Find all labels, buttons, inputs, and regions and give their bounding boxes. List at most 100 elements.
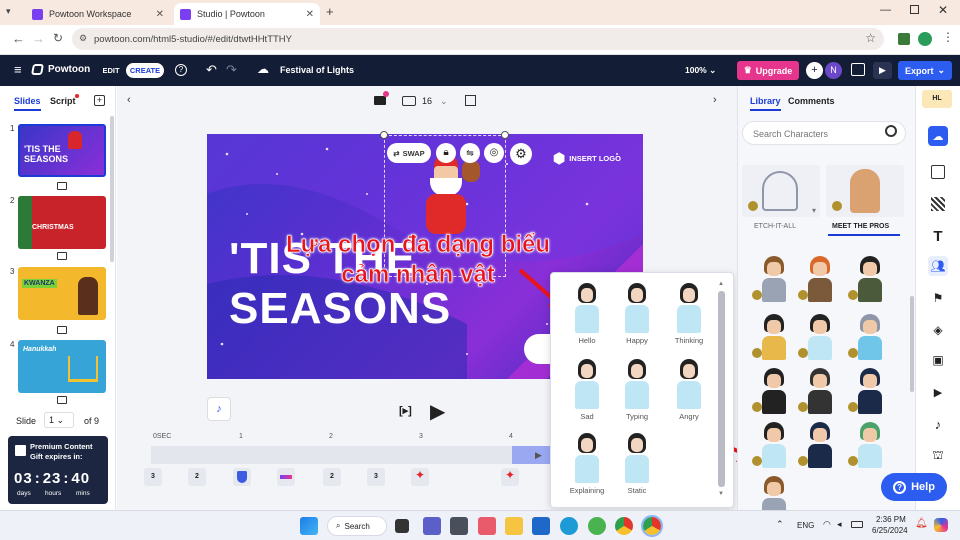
file-explorer-icon[interactable] <box>505 517 523 535</box>
tab-list-icon[interactable]: ▾ <box>6 6 20 20</box>
premium-gift-card[interactable]: Premium Content Gift expires in: 03: 23:… <box>8 436 108 504</box>
edit-mode-button[interactable]: EDIT <box>100 63 122 78</box>
text-icon[interactable]: T <box>928 226 948 246</box>
timeline-item[interactable]: 3 <box>367 468 385 486</box>
character-search[interactable] <box>742 121 906 145</box>
cloud-save-icon[interactable]: ☁ <box>257 62 269 76</box>
language-indicator[interactable]: ENG <box>797 521 814 530</box>
hamburger-menu-icon[interactable]: ≡ <box>14 62 22 77</box>
tab-script[interactable]: Script <box>50 96 76 106</box>
expression-hello[interactable]: Hello <box>561 283 613 345</box>
wifi-icon[interactable]: ◠ <box>823 519 831 530</box>
music-icon[interactable]: ♪ <box>928 414 948 434</box>
copilot-icon[interactable] <box>934 518 948 532</box>
extension-icon[interactable] <box>898 33 910 45</box>
slide-duration-control[interactable]: 16 ⌄ <box>402 93 454 109</box>
user-badge[interactable]: HL <box>922 90 952 108</box>
lock-button[interactable]: 🔒︎ <box>436 143 456 163</box>
prev-slide-icon[interactable]: ‹ <box>127 94 131 106</box>
expression-happy[interactable]: Happy <box>611 283 663 345</box>
category-chevron-down-icon[interactable]: ▾ <box>812 206 816 215</box>
create-mode-button[interactable]: CREATE <box>126 63 164 78</box>
tab-library[interactable]: Library <box>750 96 781 111</box>
menu-dots-icon[interactable]: ⋮ <box>942 30 954 44</box>
forward-icon[interactable]: → <box>32 31 45 46</box>
bookmark-star-icon[interactable]: ☆ <box>865 31 876 45</box>
resize-handle[interactable] <box>501 131 509 139</box>
profile-icon[interactable] <box>918 32 932 46</box>
search-input[interactable] <box>753 126 873 141</box>
swap-button[interactable]: ⇄ SWAP <box>387 143 431 163</box>
search-icon[interactable] <box>885 125 897 137</box>
help-circle-icon[interactable]: ? <box>175 64 187 76</box>
timeline-item[interactable]: 2 <box>323 468 341 486</box>
url-field[interactable]: ⚙ powtoon.com/html5-studio/#/edit/dtwtHH… <box>72 28 884 50</box>
flip-button[interactable]: ⇋ <box>460 143 480 163</box>
library-character[interactable] <box>848 314 888 360</box>
timeline-ruler[interactable]: 0SEC 1 2 3 4 <box>151 431 581 445</box>
slide-select[interactable]: 1 ⌄ <box>44 412 74 428</box>
task-view-icon[interactable] <box>395 519 409 533</box>
play-button[interactable]: ▶ <box>430 399 445 424</box>
slide-thumbnail-1[interactable]: 'TIS THE SEASONS <box>18 124 106 177</box>
zoom-select[interactable]: 100% ⌄ <box>685 65 716 76</box>
slide-layer-icon[interactable] <box>57 182 67 190</box>
layout-icon[interactable] <box>928 162 948 182</box>
library-character[interactable] <box>752 368 792 414</box>
help-button[interactable]: ? Help <box>881 473 947 501</box>
snipping-icon[interactable] <box>478 517 496 535</box>
upgrade-button[interactable]: ♛ Upgrade <box>737 61 799 80</box>
characters-icon[interactable]: 👥︎ <box>928 256 948 276</box>
add-collaborator-icon[interactable]: + <box>806 62 823 79</box>
next-slide-icon[interactable]: › <box>713 94 717 106</box>
scroll-down-icon[interactable]: ▼ <box>718 491 724 497</box>
video-camera-icon[interactable] <box>374 96 386 105</box>
props-icon[interactable]: ⚑ <box>928 288 948 308</box>
battery-icon[interactable] <box>851 521 863 528</box>
music-button[interactable]: ♪ <box>207 397 231 421</box>
close-icon[interactable]: ✕ <box>156 9 164 20</box>
slide-layer-icon[interactable] <box>57 396 67 404</box>
library-character[interactable] <box>798 314 838 360</box>
teams-icon[interactable] <box>423 517 441 535</box>
library-character[interactable] <box>798 422 838 468</box>
presentation-icon[interactable] <box>851 63 865 76</box>
reload-icon[interactable]: ↻ <box>53 31 63 45</box>
expression-explaining[interactable]: Explaining <box>561 433 613 495</box>
maximize-icon[interactable] <box>910 5 919 14</box>
settings-gear-button[interactable]: ⚙ <box>510 143 532 165</box>
title-text-line2[interactable]: SEASONS <box>229 284 451 334</box>
timeline-item[interactable]: 2 <box>188 468 206 486</box>
slides-scrollbar[interactable] <box>110 116 114 262</box>
site-info-icon[interactable]: ⚙ <box>79 33 87 44</box>
tab-powtoon-workspace[interactable]: Powtoon Workspace ✕ <box>26 3 170 25</box>
library-character[interactable] <box>848 256 888 302</box>
camera-app-icon[interactable] <box>450 517 468 535</box>
library-character[interactable] <box>848 422 888 468</box>
timeline-scrubber[interactable]: ▶ <box>535 450 542 461</box>
redo-icon[interactable]: ↷ <box>226 62 237 78</box>
insert-logo-placeholder[interactable]: ⬢ INSERT LOGO <box>553 150 621 167</box>
chrome-icon[interactable] <box>615 517 633 535</box>
tab-slides[interactable]: Slides <box>14 96 41 111</box>
tab-comments[interactable]: Comments <box>788 96 835 106</box>
library-character[interactable] <box>752 256 792 302</box>
minimize-icon[interactable]: — <box>880 4 891 16</box>
popup-scrollbar[interactable] <box>718 291 725 487</box>
notification-bell-icon[interactable]: 🔔︎ <box>915 518 928 529</box>
library-scrollbar[interactable] <box>910 296 914 392</box>
category-meet-the-pros[interactable] <box>826 165 904 217</box>
slide-thumbnail-2[interactable]: CHRISTMAS <box>18 196 106 249</box>
timeline-item[interactable]: ✦ <box>411 468 429 486</box>
add-slide-icon[interactable]: + <box>94 95 105 106</box>
back-icon[interactable]: ← <box>12 31 25 46</box>
taskbar-search[interactable]: ⌕ Search <box>327 516 387 536</box>
timeline-track[interactable] <box>151 446 551 464</box>
expression-typing[interactable]: Typing <box>611 359 663 421</box>
clock-time[interactable]: 2:36 PM <box>876 515 906 524</box>
category-etch-it-all[interactable] <box>742 165 820 217</box>
frame-step-button[interactable]: [▸] <box>399 404 412 417</box>
project-title[interactable]: Festival of Lights <box>280 65 354 75</box>
media-icon[interactable]: ▣ <box>928 350 948 370</box>
shapes-icon[interactable]: ◈ <box>928 320 948 340</box>
